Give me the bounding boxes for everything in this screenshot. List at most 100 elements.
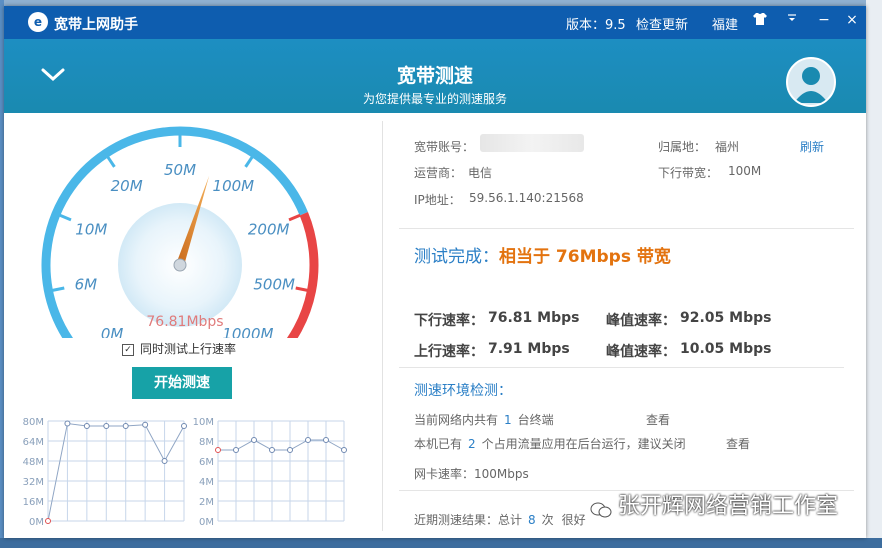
data-point [305,437,311,443]
recent-results-row: 近期测速结果：总计 8 次很好 [414,513,586,527]
gauge-scale-label: 100M [213,177,255,195]
menu-dropdown-icon[interactable] [782,12,802,28]
network-devices-row: 当前网络内共有 1 台终端 [414,413,554,427]
gauge-scale-label: 500M [253,276,295,294]
uplink-history-chart: 10M 8M 6M 4M 2M 0M [193,417,347,528]
gauge-reading: 76.81Mbps [146,314,223,330]
peak-down-label: 峰值速率： [606,313,676,329]
start-test-button[interactable]: 开始测速 [132,367,232,399]
upload-test-option[interactable]: ✓ 同时测试上行速率 [122,340,236,357]
view-devices-link[interactable]: 查看 [646,411,670,428]
data-point [341,447,347,453]
peak-up-label: 峰值速率： [606,344,676,360]
y-tick-label: 32M [23,477,44,488]
y-tick-label: 80M [23,417,44,428]
y-tick-label: 4M [199,477,214,488]
watermark-text: 张开辉网络营销工作室 [618,494,839,519]
y-tick-label: 2M [199,497,214,508]
location-value: 福州 [715,140,740,154]
y-tick-label: 6M [199,457,214,468]
title-bar: e 宽带上网助手 版本：9.5 检查更新 福建 − × [4,6,866,39]
y-tick-label: 16M [23,497,44,508]
background-apps-row: 本机已有 2 个占用流量应用在后台运行，建议关闭 [414,437,686,451]
downlink-bandwidth-label: 下行带宽： [658,166,719,180]
view-apps-link[interactable]: 查看 [726,435,750,452]
data-point [64,420,71,427]
gauge-hub [173,258,187,272]
environment-check-title: 测速环境检测： [414,383,512,399]
y-tick-label: 10M [193,417,214,428]
minimize-button[interactable]: − [814,12,834,28]
peak-up-value: 10.05 Mbps [680,341,772,357]
test-result-value: 相当于 76Mbps 带宽 [499,247,671,267]
ip-value: 59.56.1.140:21568 [469,191,584,205]
speed-gauge: 0M 6M 10M 20M 50M 100M 200M 500M 1000M 76.81Mbps [41,126,319,338]
y-tick-label: 48M [23,457,44,468]
gauge-tick [106,156,116,168]
app-title: 宽带上网助手 [54,17,138,33]
upload-test-checkbox[interactable]: ✓ [122,343,134,356]
version-label: 版本：9.5 [566,18,626,33]
user-avatar-icon[interactable] [786,57,836,107]
data-point [233,447,239,453]
y-tick-label: 8M [199,437,214,448]
account-value-masked [480,134,584,152]
isp-label: 运营商： [414,166,463,180]
upload-test-label: 同时测试上行速率 [140,342,237,356]
data-point [122,423,129,429]
page-header: 宽带测速 为您提供最专业的测速服务 [4,39,866,113]
gauge-tick [59,213,72,222]
gauge-tick [52,286,65,292]
desktop-strip-right [866,0,882,548]
gauge-tick [288,213,301,222]
y-tick-label: 64M [23,437,44,448]
data-point [83,423,90,429]
data-point [287,447,293,453]
gauge-scale-label: 10M [75,220,107,238]
section-divider [399,228,854,229]
network-device-count: 1 [504,413,512,427]
background-app-count: 2 [468,437,476,451]
page-subtitle: 为您提供最专业的测速服务 [362,92,507,106]
data-point [161,458,168,464]
gauge-scale-label: 200M [248,220,290,238]
skin-icon[interactable] [750,12,770,30]
isp-value: 电信 [468,166,493,180]
down-speed-label: 下行速率： [414,313,484,329]
ip-label: IP地址： [414,193,461,207]
data-point [269,447,275,453]
data-point [45,518,51,524]
downlink-bandwidth-value: 100M [728,164,762,178]
app-logo-icon: e [28,12,48,32]
location-label: 归属地： [658,140,707,154]
up-speed-value: 7.91 Mbps [488,341,570,357]
series-line [47,422,185,522]
downlink-history-chart: 80M 64M 48M 32M 16M 0M [23,417,187,528]
gauge-scale-label: 0M [101,325,124,338]
page-title: 宽带测速 [396,65,473,87]
data-point [251,437,257,443]
watermark: 张开辉网络营销工作室 [590,488,838,520]
peak-down-value: 92.05 Mbps [680,310,772,326]
test-result-prefix: 测试完成： [414,247,499,267]
app-window: e 宽带上网助手 版本：9.5 检查更新 福建 − × 宽带测速 为您提供最专业… [4,6,866,538]
region-selector[interactable]: 福建 [712,14,738,33]
nic-speed-row: 网卡速率：100Mbps [414,467,529,481]
desktop-strip-bottom [0,538,882,548]
gauge-tick [295,286,308,292]
check-update-link[interactable]: 检查更新 [636,14,688,33]
test-result: 测试完成：相当于 76Mbps 带宽 [414,242,671,267]
gauge-scale-label: 6M [75,276,98,294]
close-button[interactable]: × [842,12,862,28]
data-point [142,421,149,428]
up-speed-label: 上行速率： [414,344,484,360]
y-tick-label: 0M [199,517,214,528]
data-point [215,447,221,453]
section-divider [399,367,844,368]
recent-test-count: 8 [528,513,536,527]
vertical-divider [382,121,383,531]
gauge-scale-label: 50M [164,161,196,179]
refresh-link[interactable]: 刷新 [800,138,824,155]
y-tick-label: 0M [29,517,44,528]
nic-speed-value: 100Mbps [474,467,529,481]
